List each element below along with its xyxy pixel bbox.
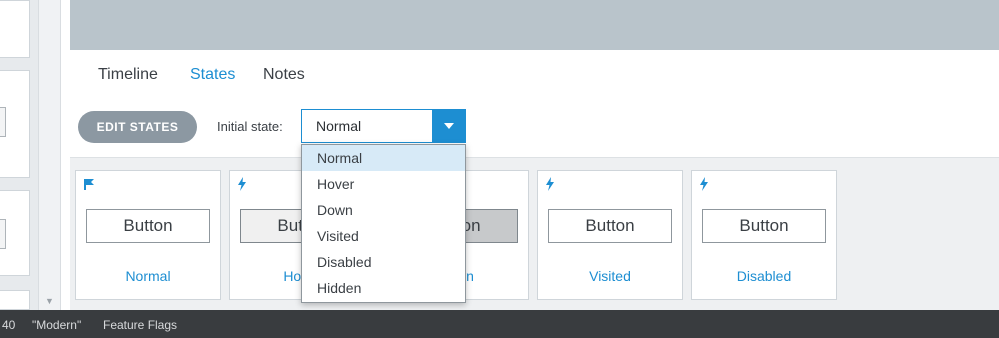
button-preview: Button [86, 209, 210, 243]
dropdown-option-disabled[interactable]: Disabled [302, 249, 465, 275]
status-item-feature-flags[interactable]: Feature Flags [103, 318, 177, 332]
tab-states[interactable]: States [190, 66, 235, 84]
state-card-disabled[interactable]: Button Disabled [691, 170, 837, 300]
lightning-icon [699, 177, 709, 196]
state-card-normal[interactable]: Button Normal [75, 170, 221, 300]
initial-state-select[interactable]: Normal [301, 109, 466, 143]
dropdown-option-normal[interactable]: Normal [302, 145, 465, 171]
tab-timeline[interactable]: Timeline [98, 66, 158, 84]
status-bar: 40 "Modern" Feature Flags [0, 310, 999, 338]
status-item-theme[interactable]: "Modern" [32, 318, 81, 332]
dropdown-option-visited[interactable]: Visited [302, 223, 465, 249]
button-preview: Button [548, 209, 672, 243]
dropdown-toggle[interactable] [432, 109, 466, 143]
flag-icon [83, 177, 95, 195]
left-card [0, 70, 30, 178]
lightning-icon [545, 177, 555, 196]
left-card [0, 0, 30, 58]
left-panel [0, 0, 38, 310]
left-card [0, 190, 30, 276]
button-preview: Button [702, 209, 826, 243]
tab-bar: Timeline States Notes [70, 50, 999, 99]
initial-state-dropdown-menu: Normal Hover Down Visited Disabled Hidde… [301, 144, 466, 303]
tab-notes[interactable]: Notes [263, 66, 305, 84]
state-card-visited[interactable]: Button Visited [537, 170, 683, 300]
stage-preview-area [70, 0, 999, 50]
state-label: Visited [589, 268, 631, 284]
chevron-down-icon [444, 123, 454, 129]
state-label: Disabled [736, 268, 792, 284]
scroll-down-arrow-icon[interactable]: ▼ [39, 296, 60, 306]
dropdown-option-down[interactable]: Down [302, 197, 465, 223]
scrollbar[interactable]: ▼ [38, 0, 61, 310]
dropdown-option-hidden[interactable]: Hidden [302, 275, 465, 301]
left-card [0, 290, 30, 310]
left-mini-button[interactable] [0, 219, 6, 249]
status-item: 40 [2, 318, 16, 332]
states-toolbar: EDIT STATES Initial state: Normal [70, 98, 999, 156]
lightning-icon [237, 177, 247, 196]
edit-states-button[interactable]: EDIT STATES [78, 111, 197, 143]
left-mini-button[interactable] [0, 107, 6, 137]
initial-state-value: Normal [316, 118, 362, 134]
dropdown-option-hover[interactable]: Hover [302, 171, 465, 197]
initial-state-label: Initial state: [217, 119, 283, 134]
state-label: Normal [125, 268, 171, 284]
